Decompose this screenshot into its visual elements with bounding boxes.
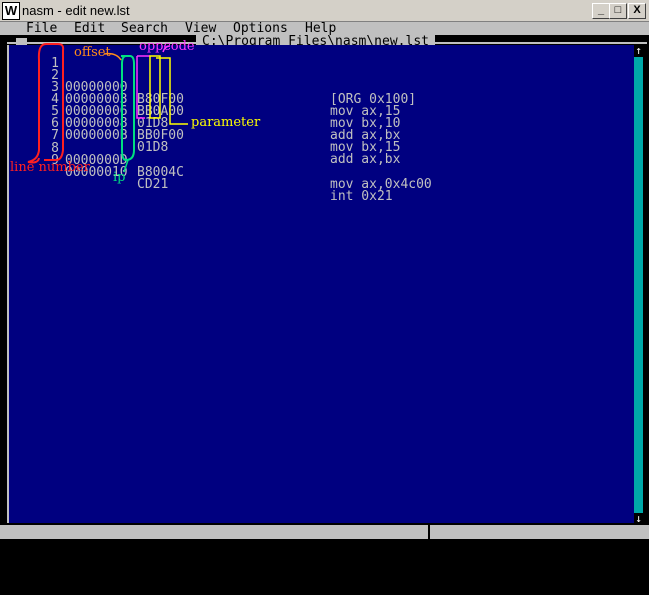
menu-file[interactable]: File [26,22,57,36]
listing-line: 2 00000000 B80F00 mov ax,15 [0,58,400,118]
column-indicator: Col:1 [530,580,570,595]
source: int 0x21 [330,189,393,204]
help-hint[interactable]: F1=Help [10,539,65,553]
app-icon: W [2,2,20,20]
listing-line: 8 0000000D B8004C mov ax,0x4c00 [0,131,432,191]
ip-label: ip [113,170,126,185]
scroll-down-arrow-icon[interactable]: ↓ [634,513,643,525]
listing-line: 1 [ORG 0x100] [0,46,416,106]
listing-line: 3 00000003 BB0A00 mov bx,10 [0,70,400,130]
menu-edit[interactable]: Edit [74,22,105,36]
listing-line: 7 [0,118,59,142]
maximize-button[interactable]: □ [609,3,627,19]
offset: 0000000B [65,128,128,143]
title-bar: W nasm - edit new.lst _ □ X [0,0,649,22]
source: add ax,bx [330,152,401,167]
opcode: 01D8 [137,140,169,155]
parameter-label: parameter [191,115,261,130]
line-indicator: Line:1 [450,566,497,581]
status-bar: F1=Help Line:1 Col:1 [0,525,649,595]
scroll-up-arrow-icon[interactable]: ↑ [634,45,643,57]
listing-line: 9 00000010 CD21 int 0x21 [0,143,392,203]
status-divider [428,525,430,539]
oppcode-label: oppcode [139,39,195,54]
line-number-label: line number [10,160,90,175]
close-button[interactable]: X [628,3,646,19]
listing-line: 5 00000008 BB0F00 mov bx,15 [0,94,400,154]
minimize-button[interactable]: _ [592,3,610,19]
offset-label: offset [74,45,111,60]
listing-line: 4 00000006 01D8 add ax,bx [0,82,400,142]
window-title: nasm - edit new.lst [22,3,130,18]
opcode: CD21 [137,177,169,192]
listing-line: 6 0000000B 01D8 add ax,bx [0,106,400,166]
vertical-scrollbar[interactable]: ↑ ↓ [634,45,643,525]
menu-search[interactable]: Search [121,22,168,36]
